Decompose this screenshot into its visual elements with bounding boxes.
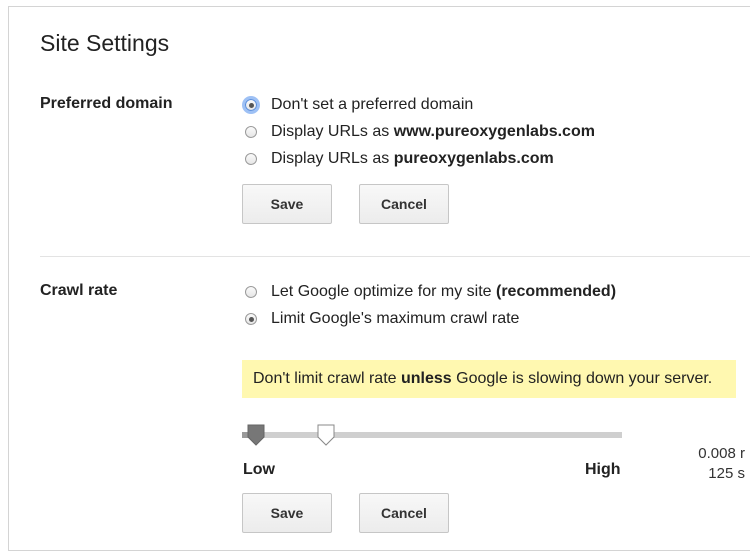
radio-bare-domain[interactable]: Display URLs as pureoxygenlabs.com: [245, 147, 554, 171]
radio-label: Limit Google's maximum crawl rate: [271, 310, 520, 327]
requests-per-second: 0.008 r: [698, 445, 745, 462]
crawl-rate-readout: 0.008 r 125 s: [660, 444, 745, 484]
radio-button-icon[interactable]: [245, 126, 257, 138]
radio-google-optimize[interactable]: Let Google optimize for my site (recomme…: [245, 280, 616, 304]
preferred-domain-save-button[interactable]: Save: [242, 184, 332, 224]
section-divider: [40, 256, 750, 257]
radio-label: Display URLs as: [271, 123, 390, 140]
notice-emphasis: unless: [400, 370, 452, 387]
crawl-rate-warning: Don't limit crawl rate unless Google is …: [242, 360, 736, 398]
recommended-tag: (recommended): [496, 283, 617, 300]
crawl-rate-cancel-button[interactable]: Cancel: [359, 493, 449, 533]
slider-high-label: High: [585, 461, 621, 478]
preferred-domain-label: Preferred domain: [40, 95, 173, 112]
preferred-domain-cancel-button[interactable]: Cancel: [359, 184, 449, 224]
radio-button-icon[interactable]: [245, 313, 257, 325]
radio-button-icon[interactable]: [245, 153, 257, 165]
slider-low-label: Low: [243, 461, 275, 478]
radio-www-domain[interactable]: Display URLs as www.pureoxygenlabs.com: [245, 120, 595, 144]
radio-no-preferred-domain[interactable]: Don't set a preferred domain: [245, 93, 473, 117]
settings-panel: [8, 6, 750, 551]
seconds-between-requests: 125 s: [708, 465, 745, 482]
radio-label: Don't set a preferred domain: [271, 96, 474, 113]
domain-name: pureoxygenlabs.com: [393, 150, 554, 167]
radio-button-icon[interactable]: [245, 286, 257, 298]
page-title: Site Settings: [40, 30, 170, 56]
slider-min-marker-icon: [246, 424, 266, 446]
notice-text-before: Don't limit crawl rate: [253, 370, 401, 387]
crawl-rate-slider-handle[interactable]: [316, 424, 336, 446]
radio-button-icon[interactable]: [245, 99, 257, 111]
radio-limit-crawl-rate[interactable]: Limit Google's maximum crawl rate: [245, 307, 519, 331]
radio-label: Let Google optimize for my site: [271, 283, 492, 300]
radio-label: Display URLs as: [271, 150, 390, 167]
crawl-rate-label: Crawl rate: [40, 282, 118, 299]
domain-name: www.pureoxygenlabs.com: [393, 123, 595, 140]
notice-text-after: Google is slowing down your server.: [451, 370, 713, 387]
crawl-rate-save-button[interactable]: Save: [242, 493, 332, 533]
crawl-rate-slider-track[interactable]: [242, 432, 622, 438]
